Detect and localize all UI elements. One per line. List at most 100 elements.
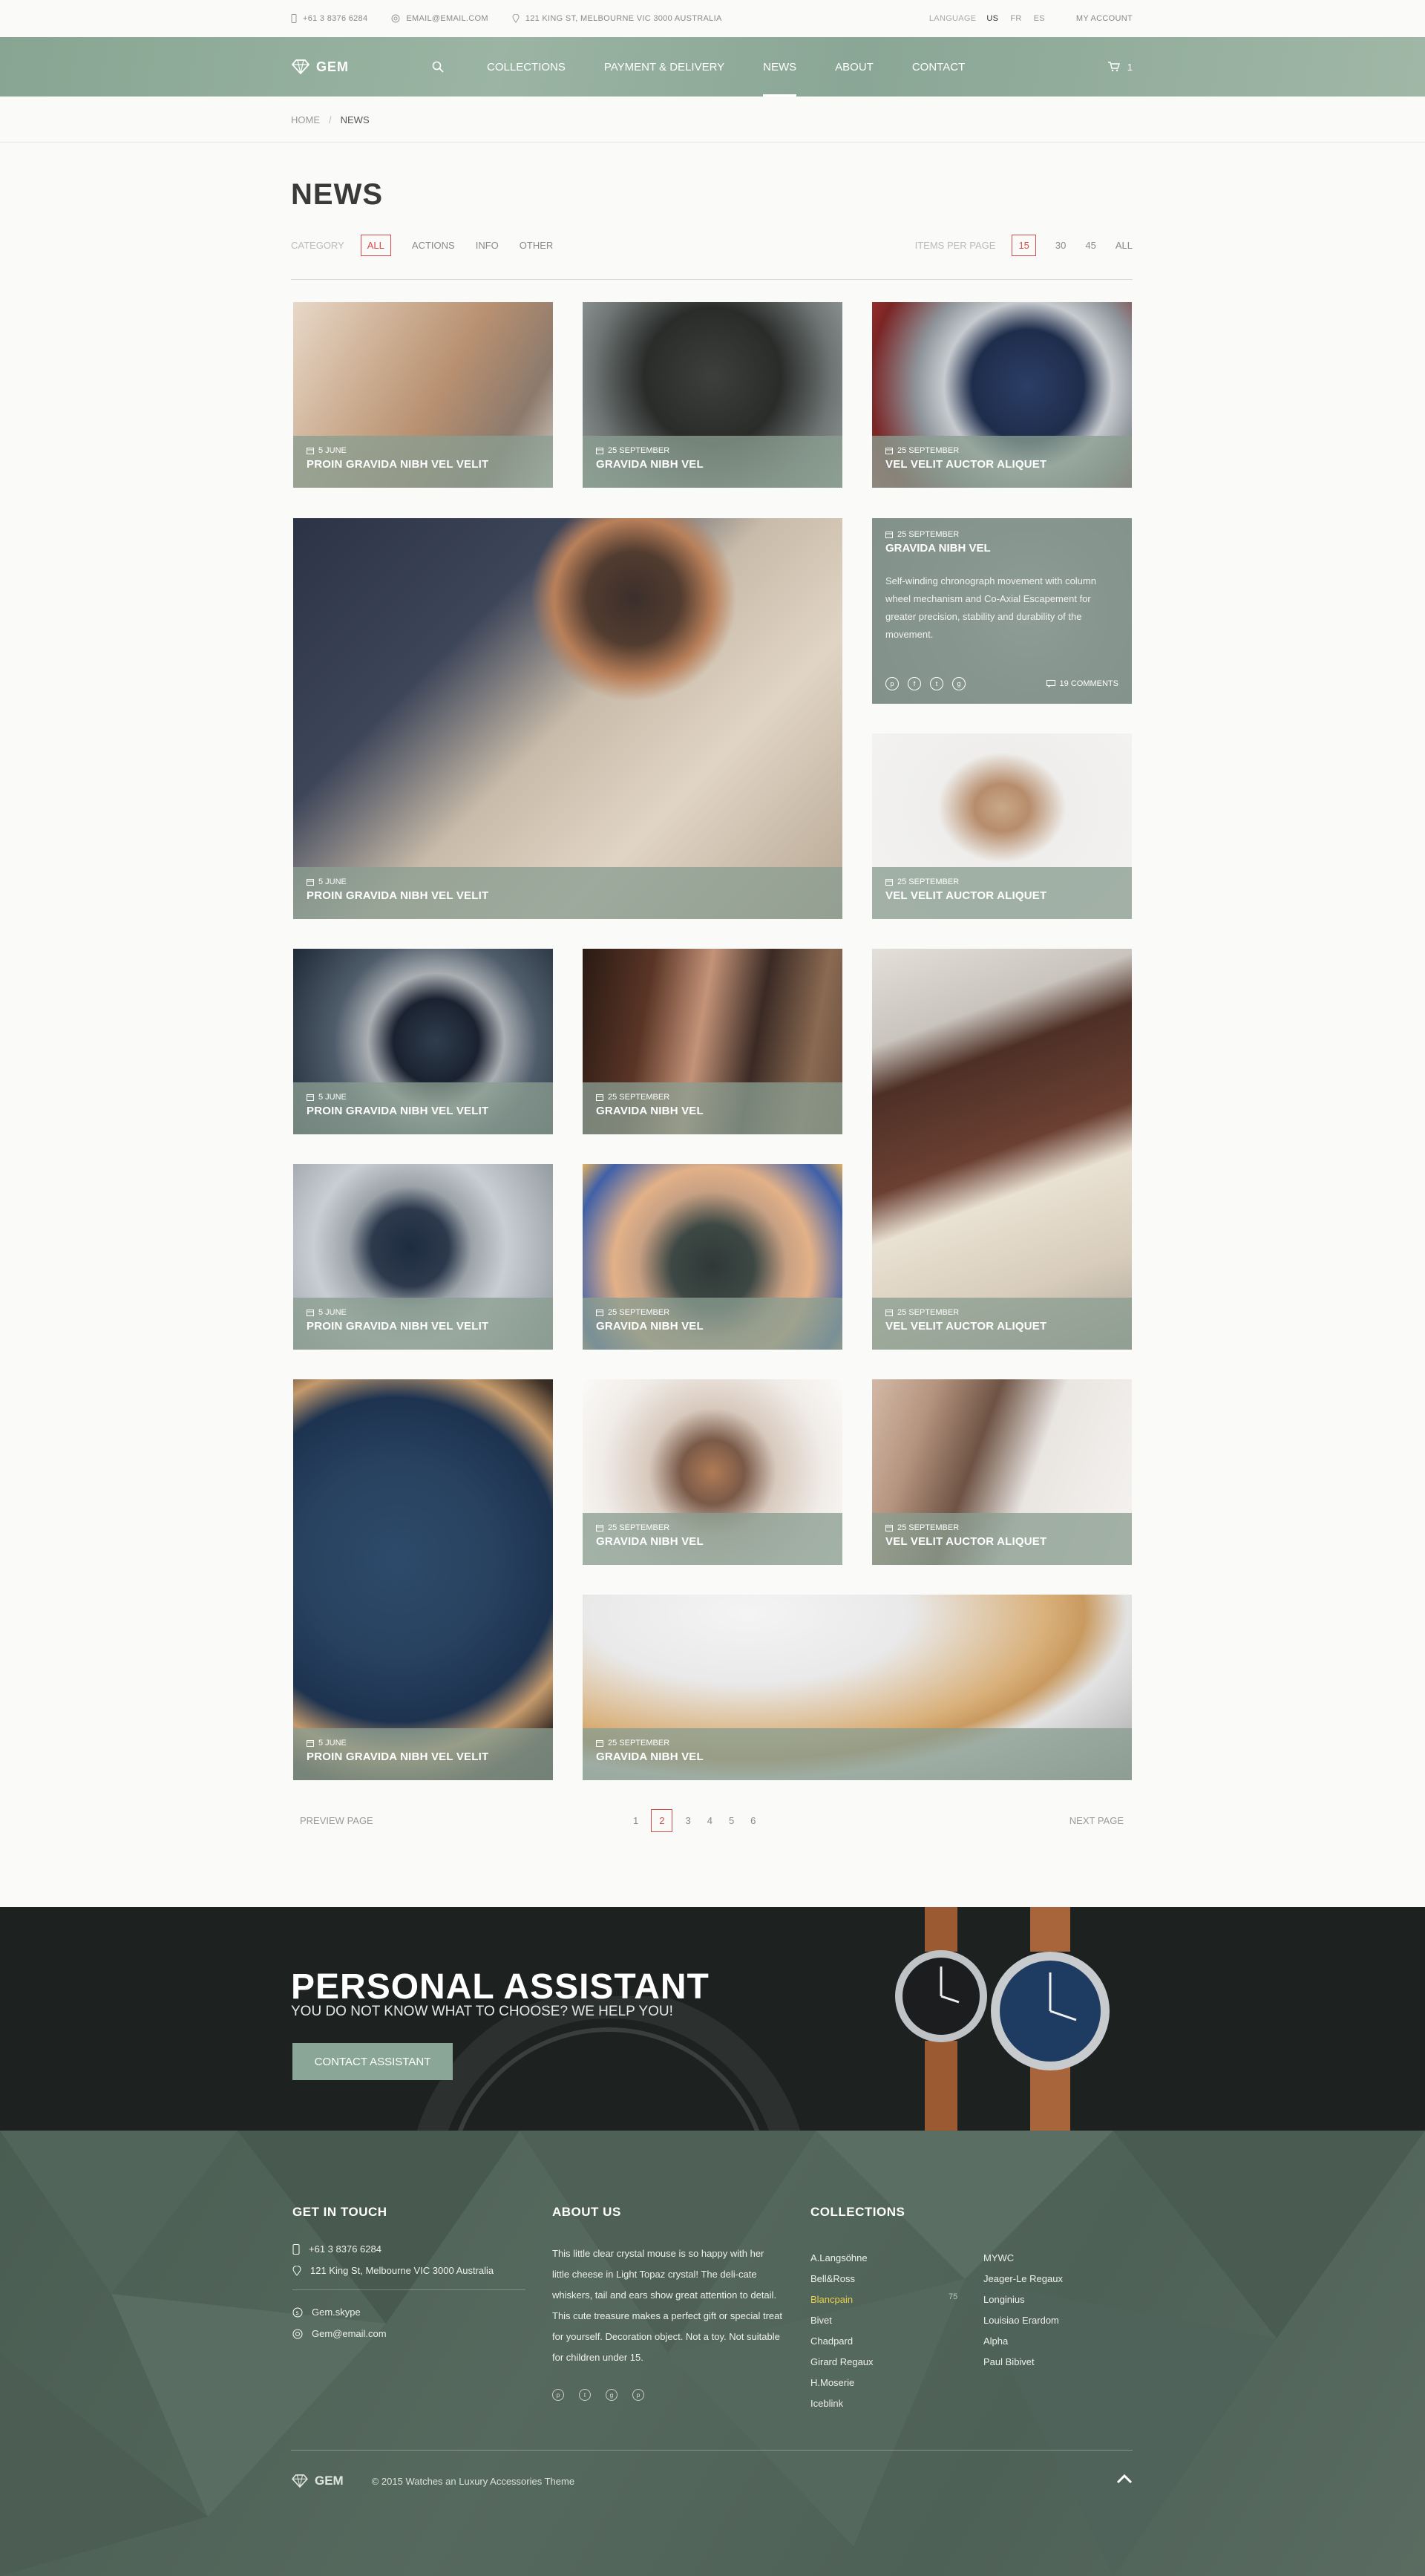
- pinterest-alt-icon[interactable]: p: [632, 2389, 644, 2401]
- card-caption: 25 SEPTEMBER GRAVIDA NIBH VEL: [583, 1728, 1132, 1780]
- collection-link[interactable]: Longinius: [983, 2289, 1132, 2310]
- twitter-icon[interactable]: t: [579, 2389, 591, 2401]
- comments-link[interactable]: 19 COMMENTS: [1046, 679, 1118, 688]
- main-nav: GEM COLLECTIONS PAYMENT & DELIVERY NEWS …: [0, 37, 1425, 97]
- my-account-link[interactable]: MY ACCOUNT: [1076, 14, 1133, 23]
- email-info[interactable]: EMAIL@EMAIL.COM: [391, 14, 488, 23]
- per-page-30[interactable]: 30: [1055, 240, 1066, 251]
- pagination: PREVIEW PAGE 1 2 3 4 5 6 NEXT PAGE: [291, 1807, 1133, 1834]
- card-caption: 5 JUNE PROIN GRAVIDA NIBH VEL VELIT: [293, 867, 842, 919]
- nav-news[interactable]: NEWS: [763, 37, 797, 97]
- news-card[interactable]: 25 SEPTEMBER GRAVIDA NIBH VEL: [583, 1379, 842, 1565]
- prev-page-link[interactable]: PREVIEW PAGE: [300, 1815, 373, 1826]
- collections-list-2: MYWC Jeager-Le Regaux Longinius Louisiao…: [983, 2248, 1132, 2373]
- collection-link[interactable]: Alpha: [983, 2331, 1132, 2352]
- footer-bottom-bar: GEM © 2015 Watches an Luxury Accessories…: [291, 2474, 1133, 2488]
- scroll-top-icon[interactable]: [1116, 2474, 1133, 2484]
- card-date: 25 SEPTEMBER: [885, 1523, 1118, 1532]
- card-caption: 25 SEPTEMBER GRAVIDA NIBH VEL: [583, 1298, 842, 1350]
- footer-logo[interactable]: GEM: [291, 2474, 344, 2488]
- card-image: [293, 518, 842, 919]
- collection-link[interactable]: MYWC: [983, 2248, 1132, 2269]
- next-page-link[interactable]: NEXT PAGE: [1069, 1815, 1124, 1826]
- lang-fr[interactable]: FR: [1010, 14, 1021, 23]
- collection-link[interactable]: Bell&Ross: [810, 2269, 922, 2289]
- page-1[interactable]: 1: [633, 1815, 638, 1826]
- per-page-15[interactable]: 15: [1012, 234, 1036, 256]
- card-title: VEL VELIT AUCTOR ALIQUET: [885, 458, 1047, 471]
- google-plus-icon[interactable]: g: [952, 677, 966, 690]
- news-card[interactable]: 5 JUNE PROIN GRAVIDA NIBH VEL VELIT: [293, 518, 842, 919]
- lang-es[interactable]: ES: [1034, 14, 1045, 23]
- nav-menu: COLLECTIONS PAYMENT & DELIVERY NEWS ABOU…: [487, 37, 1003, 97]
- filter-other[interactable]: OTHER: [520, 240, 554, 251]
- news-card[interactable]: 5 JUNE PROIN GRAVIDA NIBH VEL VELIT: [293, 949, 553, 1134]
- footer-email[interactable]: Gem@email.com: [292, 2328, 525, 2339]
- card-date: 5 JUNE: [307, 1093, 540, 1102]
- per-page-45[interactable]: 45: [1085, 240, 1095, 251]
- news-card[interactable]: 25 SEPTEMBER GRAVIDA NIBH VEL: [583, 1595, 1132, 1780]
- news-card[interactable]: 25 SEPTEMBER VEL VELIT AUCTOR ALIQUET: [872, 1379, 1132, 1565]
- pinterest-icon[interactable]: p: [885, 677, 899, 690]
- news-card[interactable]: 5 JUNE PROIN GRAVIDA NIBH VEL VELIT: [293, 1164, 553, 1350]
- collection-link[interactable]: Iceblink: [810, 2393, 922, 2414]
- news-card[interactable]: 25 SEPTEMBER GRAVIDA NIBH VEL: [583, 302, 842, 488]
- news-card[interactable]: 5 JUNE PROIN GRAVIDA NIBH VEL VELIT: [293, 302, 553, 488]
- nav-collections[interactable]: COLLECTIONS: [487, 37, 566, 97]
- filter-info[interactable]: INFO: [476, 240, 499, 251]
- news-card[interactable]: 5 JUNE PROIN GRAVIDA NIBH VEL VELIT: [293, 1379, 553, 1780]
- google-plus-icon[interactable]: g: [606, 2389, 618, 2401]
- collection-link[interactable]: Blancpain: [810, 2289, 922, 2310]
- twitter-icon[interactable]: t: [930, 677, 943, 690]
- collection-link[interactable]: Louisiao Erardom: [983, 2310, 1132, 2331]
- collection-link[interactable]: H.Moserie: [810, 2373, 922, 2393]
- breadcrumb-home[interactable]: HOME: [291, 114, 320, 125]
- news-card[interactable]: 25 SEPTEMBER VEL VELIT AUCTOR ALIQUET: [872, 733, 1132, 919]
- collection-link[interactable]: Jeager-Le Regaux: [983, 2269, 1132, 2289]
- per-page-all[interactable]: ALL: [1116, 240, 1133, 251]
- location-icon: [292, 2265, 301, 2276]
- page-6[interactable]: 6: [750, 1815, 756, 1826]
- page-2[interactable]: 2: [651, 1808, 673, 1832]
- news-card[interactable]: 25 SEPTEMBER GRAVIDA NIBH VEL: [583, 1164, 842, 1350]
- collection-count-badge: 75: [949, 2292, 958, 2301]
- footer-phone: +61 3 8376 6284: [292, 2243, 525, 2255]
- filter-bar: CATEGORY ALL ACTIONS INFO OTHER ITEMS PE…: [291, 233, 1133, 257]
- card-title: VEL VELIT AUCTOR ALIQUET: [885, 1320, 1047, 1333]
- logo[interactable]: GEM: [291, 59, 349, 75]
- search-icon[interactable]: [432, 61, 444, 73]
- collection-link[interactable]: Paul Bibivet: [983, 2352, 1132, 2373]
- nav-about[interactable]: ABOUT: [835, 37, 874, 97]
- news-card[interactable]: 25 SEPTEMBER VEL VELIT AUCTOR ALIQUET: [872, 949, 1132, 1350]
- footer-collections-heading: COLLECTIONS: [810, 2205, 905, 2219]
- nav-contact[interactable]: CONTACT: [912, 37, 965, 97]
- contact-assistant-button[interactable]: CONTACT ASSISTANT: [292, 2043, 453, 2080]
- nav-payment-delivery[interactable]: PAYMENT & DELIVERY: [604, 37, 724, 97]
- cart-button[interactable]: 1: [1107, 62, 1133, 73]
- lang-us[interactable]: US: [986, 14, 998, 23]
- page-4[interactable]: 4: [707, 1815, 712, 1826]
- card-title: GRAVIDA NIBH VEL: [885, 542, 991, 555]
- card-date: 25 SEPTEMBER: [885, 530, 1118, 539]
- collection-link[interactable]: Chadpard: [810, 2331, 922, 2352]
- page-3[interactable]: 3: [685, 1815, 690, 1826]
- card-title: PROIN GRAVIDA NIBH VEL VELIT: [307, 458, 489, 471]
- collection-link[interactable]: A.Langsöhne: [810, 2248, 922, 2269]
- news-card[interactable]: 25 SEPTEMBER GRAVIDA NIBH VEL: [583, 949, 842, 1134]
- collection-link[interactable]: Girard Regaux: [810, 2352, 922, 2373]
- topbar-phone: +61 3 8376 6284: [303, 14, 368, 23]
- calendar-icon: [885, 1525, 893, 1531]
- facebook-icon[interactable]: f: [908, 677, 921, 690]
- filter-actions[interactable]: ACTIONS: [412, 240, 455, 251]
- collection-link[interactable]: Bivet: [810, 2310, 922, 2331]
- page-5[interactable]: 5: [729, 1815, 734, 1826]
- card-caption: 25 SEPTEMBER VEL VELIT AUCTOR ALIQUET: [872, 1298, 1132, 1350]
- calendar-icon: [885, 532, 893, 538]
- featured-news-card[interactable]: 25 SEPTEMBER GRAVIDA NIBH VEL Self-windi…: [872, 518, 1132, 704]
- filter-all[interactable]: ALL: [360, 234, 391, 256]
- news-card[interactable]: 25 SEPTEMBER VEL VELIT AUCTOR ALIQUET: [872, 302, 1132, 488]
- pinterest-icon[interactable]: p: [552, 2389, 564, 2401]
- card-title: VEL VELIT AUCTOR ALIQUET: [885, 1535, 1047, 1548]
- footer-skype[interactable]: s Gem.skype: [292, 2307, 525, 2318]
- topbar-email[interactable]: EMAIL@EMAIL.COM: [406, 14, 488, 23]
